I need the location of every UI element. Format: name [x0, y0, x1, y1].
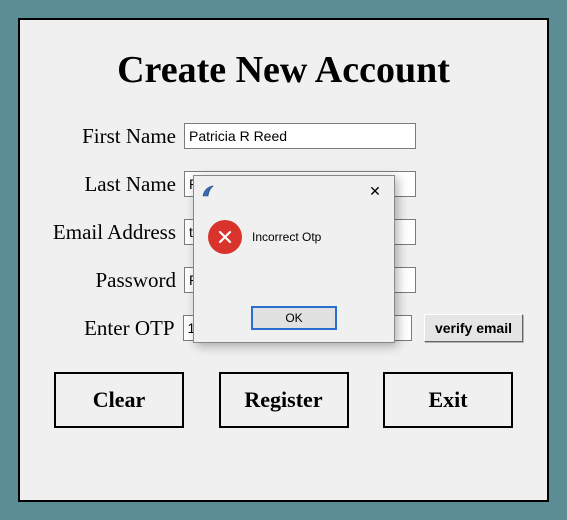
clear-button[interactable]: Clear	[54, 372, 184, 428]
dialog-close-button[interactable]: ✕	[362, 180, 388, 202]
dialog-footer: OK	[194, 306, 394, 330]
label-email: Email Address	[44, 220, 184, 245]
dialog-message: Incorrect Otp	[252, 230, 321, 244]
exit-button[interactable]: Exit	[383, 372, 513, 428]
label-otp: Enter OTP	[44, 316, 183, 341]
row-first-name: First Name	[44, 120, 523, 152]
dialog-ok-button[interactable]: OK	[251, 306, 337, 330]
dialog-body: Incorrect Otp	[194, 206, 394, 254]
app-icon	[200, 183, 216, 199]
label-last-name: Last Name	[44, 172, 184, 197]
page-title: Create New Account	[20, 48, 547, 92]
label-first-name: First Name	[44, 124, 184, 149]
error-dialog: ✕ Incorrect Otp OK	[193, 175, 395, 343]
register-button[interactable]: Register	[219, 372, 349, 428]
error-icon	[208, 220, 242, 254]
verify-email-button[interactable]: verify email	[424, 314, 523, 342]
first-name-input[interactable]	[184, 123, 416, 149]
label-password: Password	[44, 268, 184, 293]
button-row: Clear Register Exit	[20, 372, 547, 428]
dialog-titlebar: ✕	[194, 176, 394, 206]
close-icon: ✕	[369, 183, 381, 200]
